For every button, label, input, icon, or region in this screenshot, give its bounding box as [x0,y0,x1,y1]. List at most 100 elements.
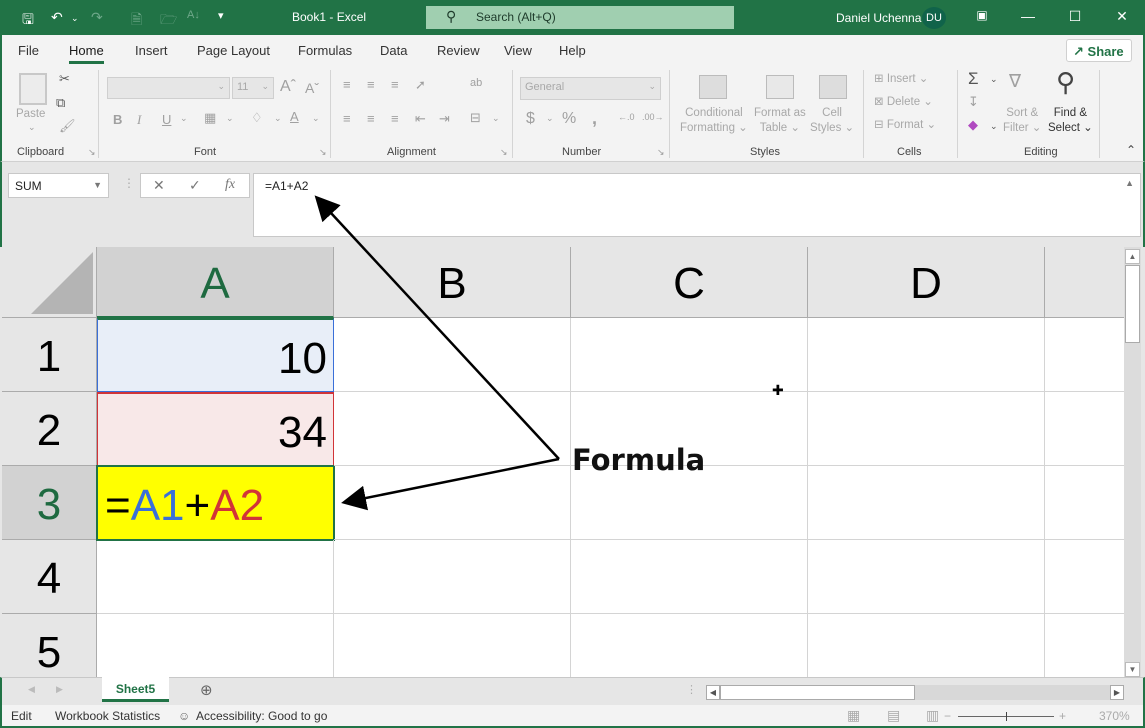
collapse-ribbon-icon[interactable]: ⌃ [1126,143,1136,157]
undo-dropdown-icon[interactable]: ⌄ [71,13,79,24]
cell-c4[interactable] [571,540,808,614]
close-icon[interactable]: ✕ [1112,8,1132,25]
font-launcher-icon[interactable]: ↘ [319,147,327,158]
accessibility-status[interactable]: Accessibility: Good to go [196,709,327,723]
row-header-4[interactable]: 4 [2,540,97,614]
zoom-out-icon[interactable]: − [944,709,951,723]
split-handle-icon[interactable]: ⋮ [686,683,697,696]
column-header-c[interactable]: C [571,247,808,318]
zoom-in-icon[interactable]: + [1059,709,1066,723]
add-sheet-icon[interactable]: ⊕ [200,681,213,699]
autosum-icon[interactable]: Σ [968,69,979,89]
cell-c5[interactable] [571,614,808,677]
page-layout-view-icon[interactable]: ▤ [887,707,900,724]
cell-d1[interactable] [808,318,1045,392]
format-painter-icon[interactable]: 🖌 [59,118,76,134]
align-center-icon[interactable]: ≡ [367,111,375,126]
tab-view[interactable]: View [504,43,532,58]
cell-a1[interactable]: 10 [97,318,334,392]
italic-button[interactable]: I [137,112,141,128]
clipboard-launcher-icon[interactable]: ↘ [88,147,96,158]
minimize-icon[interactable]: — [1018,8,1038,24]
tab-file[interactable]: File [18,43,39,58]
cut-icon[interactable]: ✂ [59,71,70,87]
format-as-table-button[interactable]: Format as Table ⌄ [754,106,806,136]
cell-a4[interactable] [97,540,334,614]
cell-b4[interactable] [334,540,571,614]
row-header-5[interactable]: 5 [2,614,97,677]
scroll-right-icon[interactable]: ▶ [1110,685,1124,700]
workbook-statistics[interactable]: Workbook Statistics [55,709,160,723]
sort-filter-button[interactable]: Sort & Filter ⌄ [1003,106,1041,136]
font-color-icon[interactable]: A [290,109,299,124]
fill-color-icon[interactable]: ♢ [251,110,263,126]
cell-d5[interactable] [808,614,1045,677]
row-header-1[interactable]: 1 [2,318,97,392]
normal-view-icon[interactable]: ▦ [847,707,860,724]
user-name[interactable]: Daniel Uchenna [836,11,921,25]
delete-cells-button[interactable]: ⊠ Delete ⌄ [874,95,933,110]
zoom-level[interactable]: 370% [1099,709,1130,723]
sheet-tab-sheet5[interactable]: Sheet5 [102,677,169,702]
font-size-select[interactable]: 11 ⌄ [232,77,274,99]
maximize-icon[interactable]: ☐ [1065,8,1085,25]
clear-dropdown-icon[interactable]: ⌄ [990,121,998,132]
comma-style-icon[interactable]: , [592,108,597,129]
autosum-dropdown-icon[interactable]: ⌄ [990,74,998,85]
underline-dropdown-icon[interactable]: ⌄ [180,113,188,124]
customize-toolbar-icon[interactable]: ▾ [218,9,224,22]
decrease-decimal-icon[interactable]: .00→ [642,112,664,122]
tab-insert[interactable]: Insert [135,43,168,58]
increase-indent-icon[interactable]: ⇥ [439,111,450,127]
cell-e1[interactable] [1045,318,1124,392]
font-name-select[interactable]: ⌄ [107,77,230,99]
page-break-view-icon[interactable]: ▥ [926,707,939,724]
number-launcher-icon[interactable]: ↘ [657,147,665,158]
column-header-d[interactable]: D [808,247,1045,318]
tab-formulas[interactable]: Formulas [298,43,352,58]
underline-button[interactable]: U [162,112,171,127]
currency-dropdown-icon[interactable]: ⌄ [546,113,554,124]
percent-icon[interactable]: % [562,110,576,128]
fill-color-dropdown-icon[interactable]: ⌄ [274,113,282,124]
format-cells-button[interactable]: ⊟ Format ⌄ [874,118,936,133]
scroll-up-icon[interactable]: ▲ [1125,249,1140,264]
cell-c3[interactable] [571,466,808,540]
drag-handle-icon[interactable]: ⋮ [123,176,135,190]
cell-e4[interactable] [1045,540,1124,614]
enter-icon[interactable]: ✓ [189,177,201,194]
increase-decimal-icon[interactable]: ←.0 [618,112,635,122]
prev-sheet-icon[interactable]: ◀ [28,684,35,695]
cell-e2[interactable] [1045,392,1124,466]
decrease-font-icon[interactable]: Aˇ [305,80,319,96]
clear-icon[interactable]: ◆ [968,117,978,133]
cell-styles-button[interactable]: Cell Styles ⌄ [810,106,854,136]
insert-function-icon[interactable]: fx [225,177,235,193]
fill-icon[interactable]: ↧ [968,94,979,110]
select-all-button[interactable] [2,247,97,318]
tab-help[interactable]: Help [559,43,586,58]
cell-b3[interactable] [334,466,571,540]
orientation-icon[interactable]: ➚ [415,77,426,93]
horizontal-scrollbar[interactable]: ◀ ▶ [706,685,1124,700]
alignment-launcher-icon[interactable]: ↘ [500,147,508,158]
bold-button[interactable]: B [113,112,122,127]
cell-a3[interactable]: =A1+A2 [96,465,335,541]
find-select-button[interactable]: Find & Select ⌄ [1048,106,1093,136]
tab-page-layout[interactable]: Page Layout [197,43,270,58]
cell-d2[interactable] [808,392,1045,466]
ribbon-display-options-icon[interactable]: ▣ [972,8,992,22]
formula-input[interactable]: =A1+A2 ▲ [253,173,1141,237]
scroll-left-icon[interactable]: ◀ [706,685,720,700]
share-button[interactable]: ↗ Share [1066,39,1132,62]
increase-font-icon[interactable]: Aˆ [280,78,296,96]
conditional-formatting-button[interactable]: Conditional Formatting ⌄ [680,106,748,136]
cell-d4[interactable] [808,540,1045,614]
tab-home[interactable]: Home [69,43,104,64]
cell-e5[interactable] [1045,614,1124,677]
vertical-scroll-thumb[interactable] [1125,265,1140,343]
row-header-2[interactable]: 2 [2,392,97,466]
undo-icon[interactable]: ↶ [51,9,63,26]
cell-c1[interactable] [571,318,808,392]
paste-dropdown-icon[interactable]: ⌄ [28,122,36,133]
